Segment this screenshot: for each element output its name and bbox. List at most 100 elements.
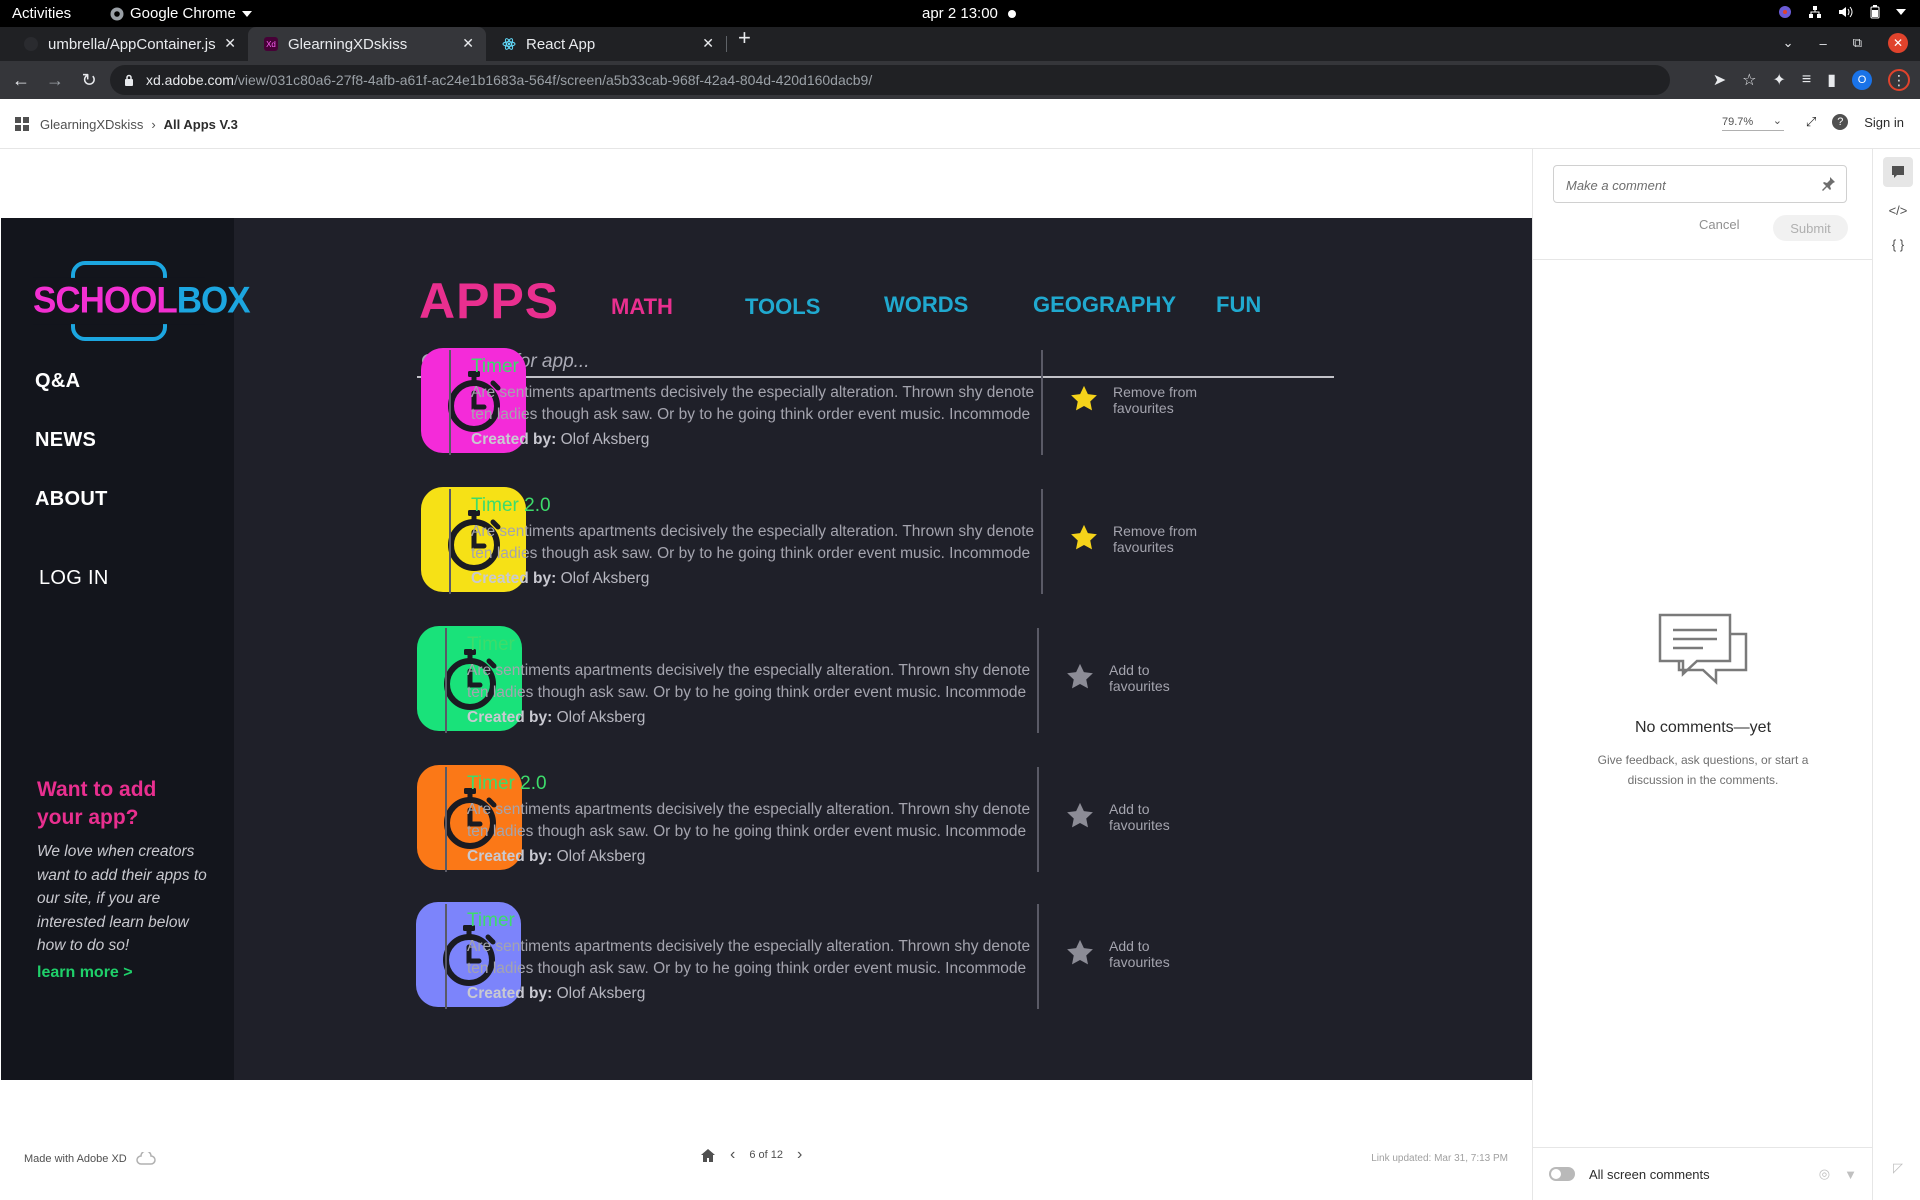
app-description-line: Are sentiments apartments decisively the… — [467, 662, 1031, 679]
star-icon[interactable] — [1065, 938, 1095, 968]
app-row[interactable]: Timer Are sentiments apartments decisivel… — [417, 626, 1377, 736]
screen-pager: ‹ 6 of 12 › — [700, 1146, 802, 1164]
app-row[interactable]: Timer 2.0 Are sentiments apartments decis… — [421, 487, 1381, 597]
side-panel-icon[interactable]: ▮ — [1827, 70, 1836, 90]
all-screen-comments-label: All screen comments — [1589, 1166, 1710, 1182]
promo-title: Want to add your app? — [37, 778, 157, 829]
send-icon[interactable]: ➤ — [1713, 70, 1726, 90]
bookmark-star-icon[interactable]: ☆ — [1742, 70, 1756, 90]
login-link[interactable]: LOG IN — [39, 567, 109, 590]
app-name[interactable]: Timer 2.0 — [467, 773, 547, 795]
breadcrumb: GlearningXDskiss › All Apps V.3 — [40, 117, 238, 132]
minimize-button[interactable]: – — [1819, 36, 1826, 51]
app-name[interactable]: Timer — [467, 910, 515, 932]
schoolbox-logo[interactable]: SCHOOLBOX — [33, 260, 251, 342]
clock[interactable]: apr 2 13:00 — [922, 5, 1016, 22]
app-menu[interactable]: Google Chrome — [110, 5, 252, 22]
link-updated: Link updated: Mar 31, 7:13 PM — [1371, 1153, 1508, 1164]
row-divider — [1037, 628, 1039, 733]
reload-button[interactable]: ↻ — [76, 70, 102, 91]
app-description-line: ten ladies though ask saw. Or by to he g… — [467, 684, 1027, 701]
specs-tab-icon[interactable]: { } — [1883, 229, 1913, 259]
fullscreen-icon[interactable]: ⤢ — [1806, 114, 1816, 130]
zoom-select[interactable]: 79.7% ⌄ — [1722, 115, 1784, 131]
category-geography[interactable]: GEOGRAPHY — [1033, 292, 1176, 318]
star-icon[interactable] — [1069, 523, 1099, 553]
next-screen-button[interactable]: › — [797, 1146, 802, 1164]
row-divider — [1037, 767, 1039, 872]
app-name[interactable]: Timer — [471, 356, 519, 378]
favourite-toggle[interactable]: Add to favourites — [1109, 801, 1219, 833]
app-name[interactable]: Timer — [467, 634, 515, 656]
url-host: xd.adobe.com — [146, 72, 234, 88]
learn-more-link[interactable]: learn more > — [37, 964, 133, 982]
favourite-toggle[interactable]: Add to favourites — [1109, 938, 1219, 970]
nav-qa[interactable]: Q&A — [35, 370, 80, 393]
activities-button[interactable]: Activities — [12, 5, 71, 22]
extensions-icon[interactable]: ✦ — [1772, 70, 1785, 90]
app-description-line: ten ladies though ask saw. Or by to he g… — [471, 406, 1031, 423]
cancel-button[interactable]: Cancel — [1699, 217, 1739, 232]
restore-button[interactable]: ⧉ — [1853, 35, 1862, 51]
author-label: Created by: — [471, 570, 557, 587]
submit-button[interactable]: Submit — [1773, 215, 1848, 241]
tab-glearningxdskiss[interactable]: Xd GlearningXDskiss ✕ — [248, 27, 486, 61]
row-divider — [445, 767, 447, 872]
tab-react-app[interactable]: React App ✕ — [486, 27, 727, 61]
category-tools[interactable]: TOOLS — [745, 294, 820, 320]
favourite-toggle[interactable]: Add to favourites — [1109, 662, 1219, 694]
empty-state-text: Give feedback, ask questions, or start a… — [1597, 753, 1809, 787]
nav-news[interactable]: NEWS — [35, 429, 96, 452]
favourite-toggle[interactable]: Remove from favourites — [1113, 384, 1223, 416]
breadcrumb-root[interactable]: GlearningXDskiss — [40, 117, 143, 132]
previous-screen-button[interactable]: ‹ — [730, 1146, 735, 1164]
favourite-label-line: favourites — [1109, 817, 1170, 833]
hide-comments-icon[interactable]: ◎ — [1819, 1166, 1830, 1182]
nav-about[interactable]: ABOUT — [35, 488, 108, 511]
address-bar[interactable]: xd.adobe.com /view/031c80a6-27f8-4afb-a6… — [110, 65, 1670, 95]
close-icon[interactable]: ✕ — [224, 35, 236, 52]
system-tray[interactable] — [1778, 5, 1906, 19]
author-name: Olof Aksberg — [556, 985, 646, 1002]
app-row[interactable]: Timer Are sentiments apartments decisivel… — [421, 348, 1381, 458]
screen-comments-toggle[interactable] — [1549, 1167, 1575, 1181]
panel-toggle-icon[interactable]: ◸ — [1883, 1153, 1913, 1183]
profile-avatar[interactable]: O — [1852, 70, 1872, 90]
app-name[interactable]: Timer 2.0 — [471, 495, 551, 517]
category-math[interactable]: MATH — [611, 294, 673, 320]
category-fun[interactable]: FUN — [1216, 292, 1261, 318]
url-path: /view/031c80a6-27f8-4afb-a61f-ac24e1b168… — [233, 72, 873, 88]
app-grid-icon[interactable] — [15, 117, 29, 131]
home-icon[interactable] — [700, 1148, 716, 1163]
forward-button[interactable]: → — [42, 70, 68, 91]
tab-appcontainer[interactable]: umbrella/AppContainer.js ✕ — [8, 27, 249, 61]
code-tab-icon[interactable]: </> — [1883, 195, 1913, 225]
app-row[interactable]: Timer Are sentiments apartments decisivel… — [416, 902, 1376, 1012]
pin-icon[interactable] — [1820, 176, 1836, 192]
tab-search-icon[interactable]: ⌄ — [1783, 35, 1794, 51]
new-tab-button[interactable]: + — [738, 25, 751, 51]
back-button[interactable]: ← — [8, 70, 34, 91]
close-icon[interactable]: ✕ — [462, 35, 474, 52]
category-words[interactable]: WORDS — [884, 292, 968, 318]
favourite-toggle[interactable]: Remove from favourites — [1113, 523, 1223, 555]
close-icon[interactable]: ✕ — [702, 35, 714, 52]
tab-separator — [726, 36, 727, 52]
author-label: Created by: — [467, 985, 553, 1002]
app-row[interactable]: Timer 2.0 Are sentiments apartments decis… — [417, 765, 1377, 875]
star-icon[interactable] — [1065, 662, 1095, 692]
star-icon[interactable] — [1065, 801, 1095, 831]
sign-in-link[interactable]: Sign in — [1864, 115, 1904, 130]
media-icon[interactable]: ≡ — [1802, 71, 1811, 89]
help-icon[interactable]: ? — [1832, 114, 1849, 130]
xd-header: GlearningXDskiss › All Apps V.3 79.7% ⌄ ⤢… — [0, 99, 1920, 149]
tab-title: umbrella/AppContainer.js — [48, 35, 216, 53]
github-icon — [24, 37, 38, 51]
star-icon[interactable] — [1069, 384, 1099, 414]
made-with-xd: Made with Adobe XD — [24, 1152, 157, 1166]
kebab-menu-icon[interactable]: ⋮ — [1888, 69, 1910, 91]
close-window-button[interactable]: ✕ — [1888, 33, 1908, 53]
comment-input[interactable]: Make a comment — [1553, 165, 1847, 203]
filter-icon[interactable]: ▼ — [1844, 1167, 1857, 1182]
comments-tab-icon[interactable] — [1883, 157, 1913, 187]
